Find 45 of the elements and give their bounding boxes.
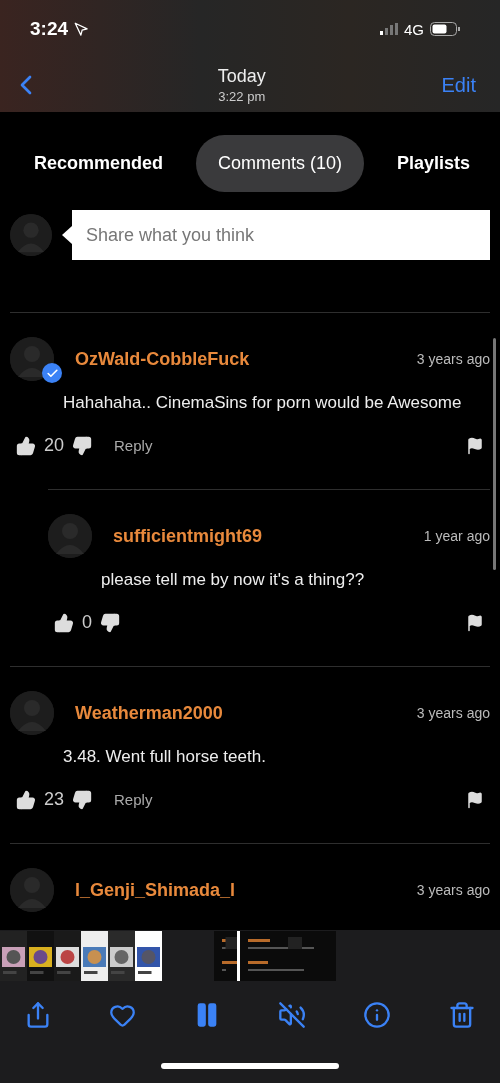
edit-button[interactable]: Edit [441,73,476,97]
thumbs-down-icon[interactable] [72,435,93,456]
tab[interactable]: Recommended [22,134,176,192]
thumbs-up-icon[interactable] [16,789,36,810]
playhead [237,931,240,981]
battery-icon [430,22,460,36]
username[interactable]: l_Genji_Shimada_l [75,879,417,901]
comment-time: 3 years ago [416,882,490,898]
clock: 3:24 [30,18,69,40]
mute-icon[interactable] [278,1001,306,1029]
avatar-icon [10,691,54,735]
flag-icon[interactable] [466,436,484,455]
flag-icon[interactable] [466,613,484,632]
flag-icon[interactable] [466,790,484,809]
comment-time: 3 years ago [416,351,490,367]
signal-icon [380,23,398,35]
avatar-icon [10,337,54,381]
username[interactable]: Weatherman2000 [75,702,417,724]
comment-text: 3.48. Went full horse teeth. [63,747,267,767]
location-icon [74,21,90,37]
trash-icon[interactable] [448,1001,476,1029]
thumbs-up-icon[interactable] [16,435,36,456]
reply-link[interactable]: Reply [114,791,153,808]
comment-time: 3 years ago [416,705,490,721]
comment-field[interactable]: Share what you think [72,210,490,260]
like-count: 0 [82,612,92,633]
username[interactable]: sufficientmight69 [113,525,424,547]
tab[interactable]: Comments (10) [196,134,364,192]
network-label: 4G [404,20,424,38]
avatar-icon [48,514,92,558]
like-count: 20 [44,435,65,456]
thumbs-down-icon[interactable] [100,612,120,633]
like-count: 23 [44,789,65,810]
reply-link[interactable]: Reply [114,437,153,454]
thumbs-up-icon[interactable] [54,612,74,633]
comment-text: please tell me by now it's a thing?? [101,570,366,590]
username[interactable]: OzWald-CobbleFuck [75,348,417,370]
tab[interactable]: Playlists [384,134,482,192]
thumbs-down-icon[interactable] [72,789,93,810]
comment-text: Hahahaha.. CinemaSins for porn would be Awesome [63,393,463,413]
nav-title: Today [217,66,266,87]
avatar-icon [10,868,54,912]
info-icon[interactable] [363,1001,391,1029]
nav-subtitle: 3:22 pm [218,89,266,104]
comment-time: 1 year ago [423,528,490,544]
